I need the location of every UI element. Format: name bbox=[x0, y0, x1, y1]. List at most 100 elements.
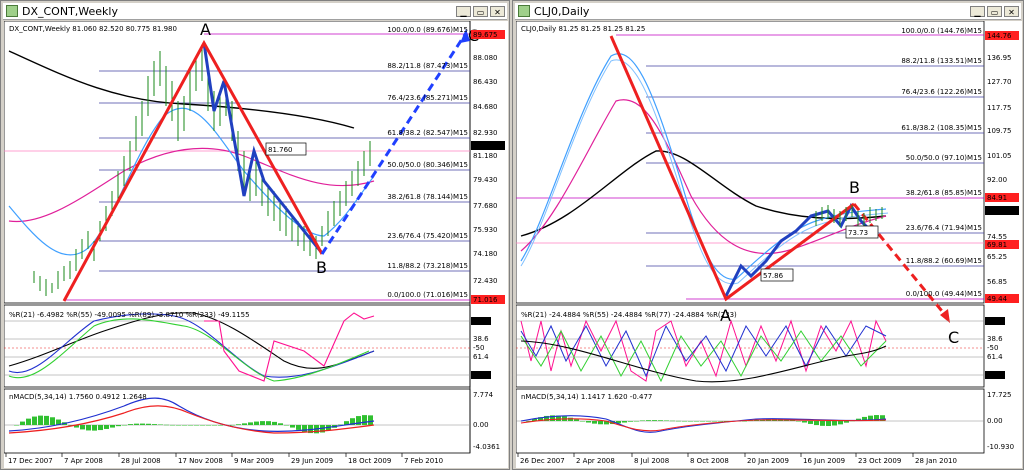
fib-level-label: 23.6/76.4 (75.420)M15 bbox=[387, 232, 468, 240]
date-axis-label: 23 Oct 2009 bbox=[858, 457, 901, 465]
fib-level-label: 38.2/61.8 (78.144)M15 bbox=[387, 193, 468, 201]
macd-bar bbox=[296, 425, 301, 430]
price-scale-label: 86.430 bbox=[473, 78, 498, 86]
price-scale-label: 74.180 bbox=[473, 250, 498, 258]
macd-bar bbox=[80, 425, 85, 430]
dx-window-title: DX_CONT,Weekly bbox=[22, 4, 118, 18]
fib-level-label: 50.0/50.0 (80.346)M15 bbox=[387, 161, 468, 169]
price-scale-label: 109.75 bbox=[987, 127, 1012, 135]
macd-bar bbox=[92, 425, 97, 431]
price-scale-label: 84.91 bbox=[987, 194, 1007, 202]
macd-bar bbox=[652, 420, 657, 421]
cl-window-title: CLJ0,Daily bbox=[534, 4, 590, 18]
fib-level-label: 50.0/50.0 (97.10)M15 bbox=[906, 154, 982, 162]
macd-bar bbox=[134, 423, 139, 425]
dx-info-line: DX_CONT,Weekly 81.060 82.520 80.775 81.9… bbox=[9, 25, 177, 33]
price-scale-label: 92.00 bbox=[987, 176, 1007, 184]
macd-bar bbox=[20, 421, 25, 425]
dx-chart-area[interactable]: 100.0/0.0 (89.676)M15 88.2/11.8 (87.473)M… bbox=[4, 21, 508, 468]
macd-bar bbox=[574, 419, 579, 421]
wpr-scale-label: 11.8 bbox=[987, 317, 1003, 325]
macd-bar bbox=[260, 421, 265, 425]
cl-price-box-1: 57.86 bbox=[763, 272, 784, 280]
macd-bar bbox=[694, 421, 699, 422]
macd-bar bbox=[188, 425, 193, 426]
fib-level-label: 88.2/11.8 (87.473)M15 bbox=[387, 62, 468, 70]
price-scale-label: 101.05 bbox=[987, 152, 1012, 160]
macd-bar bbox=[808, 421, 813, 424]
macd-bar bbox=[176, 425, 181, 426]
dx-chart-window: DX_CONT,Weekly ▁ ▭ ✕ 100.0/0.0 (89.676)M… bbox=[0, 0, 510, 470]
macd-bar bbox=[718, 421, 723, 422]
wpr-scale-label: -50 bbox=[987, 344, 998, 352]
price-scale-label: 72.430 bbox=[473, 277, 498, 285]
price-scale-label: 49.44 bbox=[987, 295, 1008, 303]
macd-bar bbox=[272, 421, 277, 425]
fib-level-label: 100.0/0.0 (89.676)M15 bbox=[387, 26, 468, 34]
minimize-button[interactable]: ▁ bbox=[970, 5, 985, 17]
date-axis-label: 28 Jul 2008 bbox=[121, 457, 161, 465]
fib-level-label: 61.8/38.2 (108.35)M15 bbox=[901, 124, 982, 132]
macd-bar bbox=[182, 425, 187, 426]
macd-bar bbox=[50, 417, 55, 425]
price-scale-label: 127.70 bbox=[987, 78, 1012, 86]
date-axis-label: 20 Jan 2009 bbox=[747, 457, 789, 465]
cl-macd-info: nMACD(5,34,14) 1.1417 1.620 -0.477 bbox=[521, 393, 652, 401]
price-scale-label: 117.75 bbox=[987, 104, 1012, 112]
cl-chart-svg: 100.0/0.0 (144.76)M15 88.2/11.8 (133.51)M… bbox=[516, 21, 1019, 465]
macd-bar bbox=[32, 416, 37, 425]
macd-bar bbox=[266, 421, 271, 425]
price-scale-label: 81.25 bbox=[987, 207, 1007, 215]
fib-level-label: 76.4/23.6 (122.26)M15 bbox=[901, 88, 982, 96]
date-axis-label: 26 Dec 2007 bbox=[520, 457, 565, 465]
macd-bar bbox=[598, 421, 603, 425]
macd-bar bbox=[98, 425, 103, 431]
macd-bar bbox=[676, 420, 681, 422]
macd-bar bbox=[634, 420, 639, 422]
date-axis-label: 7 Apr 2008 bbox=[64, 457, 103, 465]
macd-scale-label: 0.00 bbox=[473, 421, 489, 429]
macd-info: nMACD(5,34,14) 1.7560 0.4912 1.2648 bbox=[9, 393, 147, 401]
macd-bar bbox=[592, 421, 597, 424]
fib-level-label: 0.0/100.0 (49.44)M15 bbox=[906, 290, 982, 298]
macd-scale-label: -4.0361 bbox=[473, 443, 500, 451]
price-scale-label: 79.430 bbox=[473, 176, 498, 184]
fib-level-label: 76.4/23.6 (85.271)M15 bbox=[387, 94, 468, 102]
macd-bar bbox=[362, 415, 367, 425]
macd-scale-label: -10.930 bbox=[987, 443, 1014, 451]
fib-level-label: 0.0/100.0 (71.016)M15 bbox=[387, 291, 468, 299]
minimize-button[interactable]: ▁ bbox=[456, 5, 471, 17]
price-scale-label: 69.81 bbox=[987, 241, 1007, 249]
cl-title-bar[interactable]: CLJ0,Daily ▁ ▭ ✕ bbox=[515, 3, 1021, 20]
dx-title-bar[interactable]: DX_CONT,Weekly ▁ ▭ ✕ bbox=[3, 3, 507, 20]
wpr-scale-label: 61.4 bbox=[473, 353, 489, 361]
maximize-button[interactable]: ▭ bbox=[987, 5, 1002, 17]
cl-chart-area[interactable]: 100.0/0.0 (144.76)M15 88.2/11.8 (133.51)M… bbox=[516, 21, 1022, 468]
macd-bar bbox=[658, 420, 663, 421]
macd-bar bbox=[670, 420, 675, 422]
price-scale-label: 88.080 bbox=[473, 54, 498, 62]
macd-bar bbox=[104, 425, 109, 429]
macd-bar bbox=[826, 421, 831, 427]
fib-level-label: 100.0/0.0 (144.76)M15 bbox=[901, 27, 982, 35]
macd-bar bbox=[568, 417, 573, 421]
macd-bar bbox=[844, 421, 849, 423]
fib-level-label: 11.8/88.2 (73.218)M15 bbox=[387, 262, 468, 270]
close-button[interactable]: ✕ bbox=[1004, 5, 1019, 17]
macd-bar bbox=[586, 421, 591, 423]
macd-bar bbox=[230, 424, 235, 426]
close-button[interactable]: ✕ bbox=[490, 5, 505, 17]
macd-bar bbox=[248, 422, 253, 425]
cl-chart-window: CLJ0,Daily ▁ ▭ ✕ 100.0/0.0 (144.76)M15 8… bbox=[512, 0, 1024, 470]
dx-price-box: 81.760 bbox=[268, 146, 293, 154]
price-scale-label: 89.675 bbox=[473, 31, 498, 39]
macd-bar bbox=[86, 425, 91, 431]
macd-scale-label: 17.725 bbox=[987, 391, 1012, 399]
cl-info-line: CLJ0,Daily 81.25 81.25 81.25 81.25 bbox=[521, 25, 645, 33]
macd-bar bbox=[158, 424, 163, 425]
price-scale-label: 84.680 bbox=[473, 103, 498, 111]
maximize-button[interactable]: ▭ bbox=[473, 5, 488, 17]
macd-bar bbox=[580, 421, 585, 422]
macd-bar bbox=[38, 415, 43, 425]
date-axis-label: 17 Nov 2008 bbox=[178, 457, 223, 465]
